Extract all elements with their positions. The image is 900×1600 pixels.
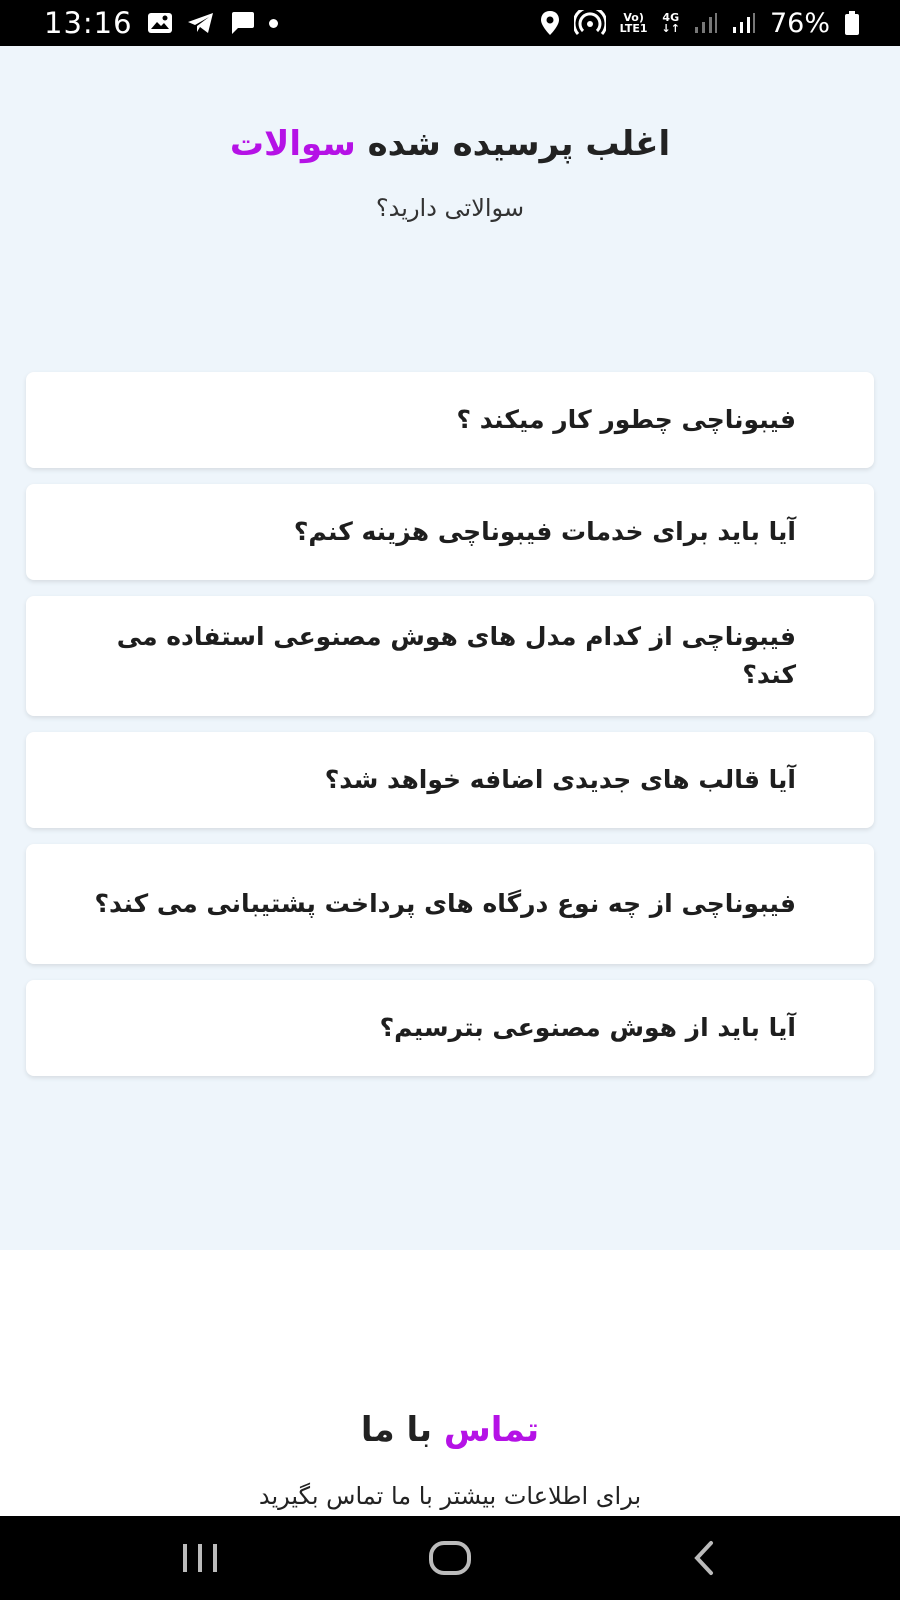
faq-item[interactable]: آیا باید از هوش مصنوعی بترسیم؟ xyxy=(26,980,874,1076)
battery-icon xyxy=(844,10,860,36)
contact-text: برای اطلاعات بیشتر با ما تماس بگیرید xyxy=(258,1482,642,1510)
signal-icon xyxy=(694,12,718,34)
recent-apps-icon xyxy=(183,1544,217,1572)
status-bar: 13:16 Vo) LTE1 4G ↓↑ 76% xyxy=(0,0,900,46)
dot-icon xyxy=(268,18,278,28)
faq-question: فیبوناچی از کدام مدل های هوش مصنوعی استف… xyxy=(116,622,796,689)
lte-label: LTE1 xyxy=(619,22,648,35)
back-button[interactable] xyxy=(644,1516,764,1600)
faq-item[interactable]: فیبوناچی از کدام مدل های هوش مصنوعی استف… xyxy=(26,596,874,716)
hotspot-icon xyxy=(573,10,606,36)
back-icon xyxy=(694,1541,713,1575)
faq-item[interactable]: آیا قالب های جدیدی اضافه خواهد شد؟ xyxy=(26,732,874,828)
home-button[interactable] xyxy=(390,1516,510,1600)
home-icon xyxy=(429,1541,471,1575)
faq-question: فیبوناچی از چه نوع درگاه های پرداخت پشتی… xyxy=(94,889,796,918)
signal-icon xyxy=(732,12,756,34)
faq-title-text: اغلب پرسیده شده xyxy=(355,124,671,164)
recent-apps-button[interactable] xyxy=(140,1516,260,1600)
faq-item[interactable]: آیا باید برای خدمات فیبوناچی هزینه کنم؟ xyxy=(26,484,874,580)
faq-question: آیا باید از هوش مصنوعی بترسیم؟ xyxy=(379,1013,796,1042)
status-bar-right: Vo) LTE1 4G ↓↑ 76% xyxy=(540,8,860,39)
contact-title: تماس با ما xyxy=(0,1410,900,1450)
chat-icon xyxy=(229,11,255,35)
data-type-label: 4G ↓↑ xyxy=(661,11,680,35)
faq-section: اغلب پرسیده شده سوالات سوالاتی دارید؟ فی… xyxy=(0,46,900,1250)
faq-question: فیبوناچی چطور کار میکند ؟ xyxy=(456,405,796,434)
faq-item[interactable]: فیبوناچی چطور کار میکند ؟ xyxy=(26,372,874,468)
status-bar-left: 13:16 xyxy=(44,6,278,40)
faq-question: آیا باید برای خدمات فیبوناچی هزینه کنم؟ xyxy=(293,517,796,546)
location-icon xyxy=(540,10,560,36)
faq-title-accent: سوالات xyxy=(229,124,356,164)
contact-title-accent: تماس xyxy=(443,1410,540,1450)
faq-title: اغلب پرسیده شده سوالات xyxy=(0,124,900,164)
status-time: 13:16 xyxy=(44,6,133,40)
faq-subtitle: سوالاتی دارید؟ xyxy=(375,194,525,222)
telegram-icon xyxy=(187,12,215,34)
faq-question: آیا قالب های جدیدی اضافه خواهد شد؟ xyxy=(324,765,796,794)
battery-percent: 76% xyxy=(769,7,830,39)
network-type-label: Vo) LTE1 xyxy=(620,12,648,34)
contact-title-text: با ما xyxy=(360,1410,444,1450)
gallery-icon xyxy=(147,12,173,34)
faq-item[interactable]: فیبوناچی از چه نوع درگاه های پرداخت پشتی… xyxy=(26,844,874,964)
navigation-bar xyxy=(0,1516,900,1600)
